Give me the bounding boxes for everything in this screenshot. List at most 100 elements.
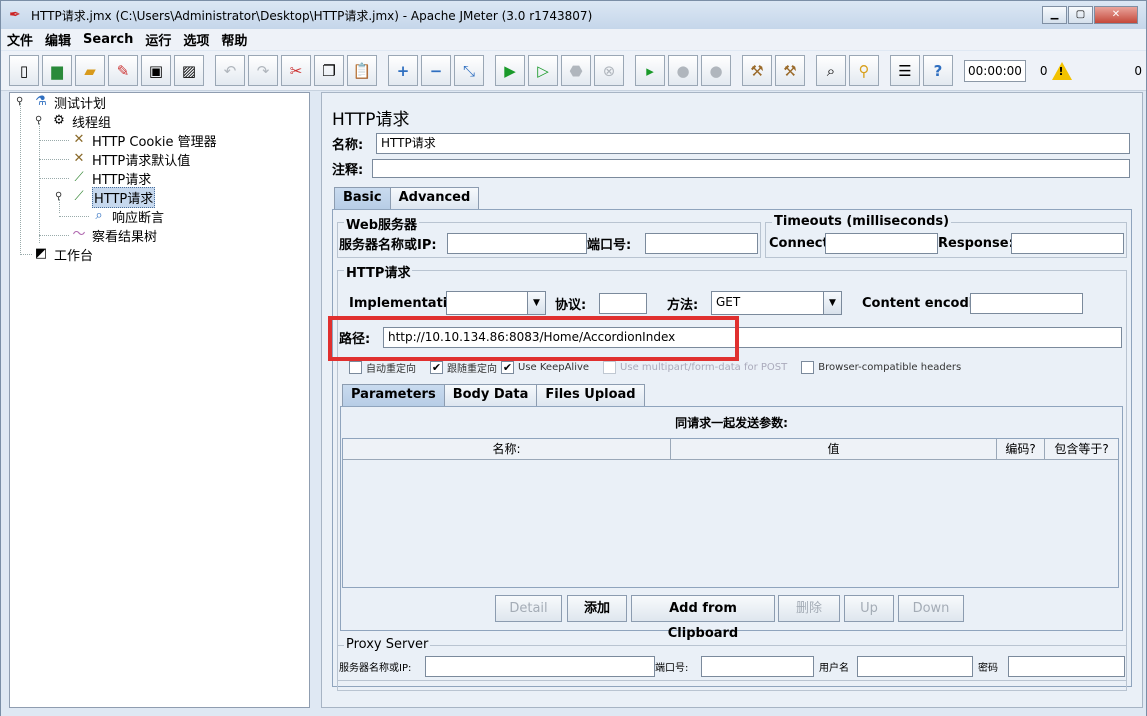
save-as-icon[interactable]: ▨ <box>174 55 204 86</box>
expand-icon[interactable]: + <box>388 55 418 86</box>
expand-http-request-toggle[interactable]: ⚲ <box>55 191 62 202</box>
jmeter-window: ✒ HTTP请求.jmx (C:\Users\Administrator\Des… <box>0 0 1147 716</box>
comment-field[interactable] <box>372 159 1130 178</box>
save-icon[interactable]: ▣ <box>141 55 171 86</box>
col-value[interactable]: 值 <box>671 439 997 459</box>
col-name[interactable]: 名称: <box>343 439 671 459</box>
keepalive-checkbox[interactable]: ✔ <box>501 361 514 374</box>
menu-run[interactable]: 运行 <box>139 30 177 49</box>
up-button[interactable]: Up <box>844 595 894 622</box>
connect-label: Connect: <box>769 236 834 251</box>
function-helper-icon[interactable]: ☰ <box>890 55 920 86</box>
tree-node-http-request-2[interactable]: ⟋ HTTP请求 <box>70 186 156 208</box>
pane-splitter[interactable] <box>311 92 321 708</box>
undo-icon[interactable]: ↶ <box>215 55 245 86</box>
start-no-pause-icon[interactable]: ▷ <box>528 55 558 86</box>
tab-files-upload[interactable]: Files Upload <box>536 384 645 406</box>
content-encoding-field[interactable] <box>970 292 1083 314</box>
close-icon[interactable]: ✎ <box>108 55 138 86</box>
implementation-select[interactable]: ▼ <box>446 291 546 315</box>
remote-stop-icon[interactable]: ● <box>668 55 698 86</box>
tree-node-result-tree[interactable]: 〜 察看结果树 <box>70 226 157 245</box>
expand-test-plan-toggle[interactable]: ⚲ <box>16 96 23 107</box>
tab-advanced[interactable]: Advanced <box>389 187 480 209</box>
browser-headers-checkbox[interactable] <box>801 361 815 374</box>
redirect-auto-checkbox[interactable] <box>349 361 362 374</box>
window-bottom-edge <box>1 708 1146 716</box>
shutdown-icon[interactable]: ⊗ <box>594 55 624 86</box>
protocol-field[interactable] <box>599 292 647 314</box>
tree-node-request-defaults[interactable]: ✕ HTTP请求默认值 <box>70 150 191 169</box>
maximize-button[interactable]: ▢ <box>1068 6 1093 24</box>
reset-search-icon[interactable]: ⚲ <box>849 55 879 86</box>
new-icon[interactable]: ▯ <box>9 55 39 86</box>
menu-search[interactable]: Search <box>77 32 139 47</box>
open-icon[interactable]: ▰ <box>75 55 105 86</box>
proxy-server-field[interactable] <box>425 656 655 677</box>
tab-parameters[interactable]: Parameters <box>342 384 445 406</box>
warning-icon: ! <box>1051 61 1072 80</box>
menu-help[interactable]: 帮助 <box>215 30 253 49</box>
cut-icon[interactable]: ✂ <box>281 55 311 86</box>
search-icon[interactable]: ⌕ <box>816 55 846 86</box>
menu-bar: 文件 编辑 Search 运行 选项 帮助 <box>1 29 1146 50</box>
follow-redirect-label: 跟随重定向 <box>447 364 497 375</box>
minimize-button[interactable]: ▁ <box>1042 6 1067 24</box>
help-icon[interactable]: ? <box>923 55 953 86</box>
start-icon[interactable]: ▶ <box>495 55 525 86</box>
delete-button[interactable]: 删除 <box>778 595 840 622</box>
proxy-password-field[interactable] <box>1008 656 1125 677</box>
tree-node-thread-group[interactable]: ⚙ 线程组 <box>50 112 111 131</box>
proxy-port-field[interactable] <box>701 656 814 677</box>
expand-thread-group-toggle[interactable]: ⚲ <box>35 115 42 126</box>
proxy-user-field[interactable] <box>857 656 973 677</box>
graph-icon: 〜 <box>72 227 86 242</box>
server-field[interactable] <box>447 233 587 254</box>
copy-icon[interactable]: ❐ <box>314 55 344 86</box>
tools-icon: ✕ <box>73 132 85 147</box>
menu-edit[interactable]: 编辑 <box>39 30 77 49</box>
tab-body-data[interactable]: Body Data <box>443 384 538 406</box>
paste-icon[interactable]: 📋 <box>347 55 377 86</box>
tree-node-test-plan[interactable]: ⚗ 测试计划 <box>32 93 106 112</box>
add-button[interactable]: 添加 <box>567 595 627 622</box>
name-label: 名称: <box>332 138 364 153</box>
menu-file[interactable]: 文件 <box>1 30 39 49</box>
proxy-user-label: 用户名 <box>819 663 849 674</box>
clear-all-icon[interactable]: ⚒ <box>775 55 805 86</box>
col-encode[interactable]: 编码? <box>997 439 1045 459</box>
name-field[interactable]: HTTP请求 <box>376 133 1130 154</box>
detail-button[interactable]: Detail <box>495 595 562 622</box>
multipart-checkbox[interactable] <box>603 361 617 374</box>
remote-start-icon[interactable]: ▸ <box>635 55 665 86</box>
add-from-clipboard-button[interactable]: Add from Clipboard <box>631 595 775 641</box>
down-button[interactable]: Down <box>898 595 964 622</box>
toggle-icon[interactable]: ⤡ <box>454 55 484 86</box>
tree-node-cookie-manager[interactable]: ✕ HTTP Cookie 管理器 <box>70 131 217 150</box>
keepalive-label: Use KeepAlive <box>518 362 590 373</box>
tab-basic[interactable]: Basic <box>334 187 391 209</box>
web-server-title: Web服务器 <box>344 214 419 233</box>
method-select[interactable]: GET ▼ <box>711 291 842 315</box>
title-bar: ✒ HTTP请求.jmx (C:\Users\Administrator\Des… <box>1 1 1146 29</box>
remote-shutdown-icon[interactable]: ● <box>701 55 731 86</box>
stop-icon[interactable]: ⬣ <box>561 55 591 86</box>
clear-icon[interactable]: ⚒ <box>742 55 772 86</box>
follow-redirect-checkbox[interactable]: ✔ <box>430 361 443 374</box>
connect-field[interactable] <box>825 233 938 254</box>
close-window-button[interactable]: ✕ <box>1094 6 1138 24</box>
proxy-port-label: 端口号: <box>655 663 689 674</box>
collapse-icon[interactable]: − <box>421 55 451 86</box>
tree-node-http-request-1[interactable]: ⟋ HTTP请求 <box>70 169 151 188</box>
error-counter[interactable]: 0 ! <box>1040 61 1072 80</box>
menu-options[interactable]: 选项 <box>177 30 215 49</box>
response-field[interactable] <box>1011 233 1124 254</box>
port-field[interactable] <box>645 233 758 254</box>
path-highlight-box <box>328 316 739 361</box>
redo-icon[interactable]: ↷ <box>248 55 278 86</box>
params-table[interactable]: 名称: 值 编码? 包含等于? <box>342 438 1119 588</box>
tree-node-assertion[interactable]: ⌕ 响应断言 <box>90 207 164 226</box>
templates-icon[interactable]: ▆ <box>42 55 72 86</box>
col-include-equals[interactable]: 包含等于? <box>1045 439 1118 459</box>
tree-node-workbench[interactable]: ◩ 工作台 <box>32 245 93 264</box>
